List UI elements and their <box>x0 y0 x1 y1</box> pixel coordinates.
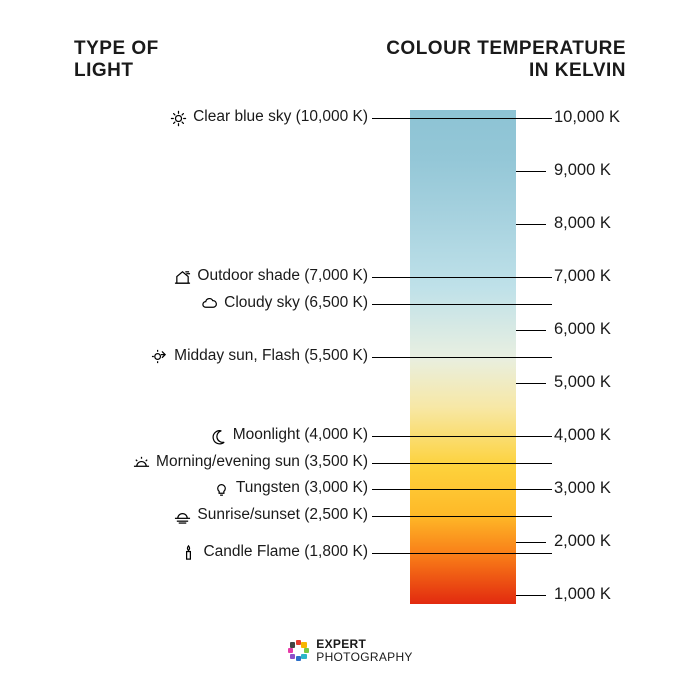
light-type-label: Sunrise/sunset (2,500 K) <box>197 506 368 524</box>
logo-dot <box>301 642 307 648</box>
leader-line <box>372 277 552 278</box>
sun-flash-icon <box>150 348 168 366</box>
sunset-icon <box>173 507 191 525</box>
bulb-icon <box>212 480 230 498</box>
tick-line <box>516 224 546 225</box>
cloud-icon <box>200 295 218 313</box>
tick-line <box>516 542 546 543</box>
leader-line <box>372 304 552 305</box>
heading-left-line1: TYPE OF <box>74 38 159 59</box>
leader-line <box>372 489 552 490</box>
tick-label: 8,000 K <box>554 214 611 233</box>
light-type-label: Candle Flame (1,800 K) <box>203 543 368 561</box>
brand-footer: EXPERT PHOTOGRAPHY <box>0 638 700 663</box>
light-type-label: Outdoor shade (7,000 K) <box>197 267 368 285</box>
logo-dot <box>288 648 294 654</box>
tick-label: 1,000 K <box>554 585 611 604</box>
tick-label: 2,000 K <box>554 532 611 551</box>
light-type-label: Morning/evening sun (3,500 K) <box>156 453 368 471</box>
leader-line <box>372 463 552 464</box>
heading-right-line1: COLOUR TEMPERATURE <box>386 38 626 59</box>
sun-horizon-icon <box>132 454 150 472</box>
tick-label: 4,000 K <box>554 426 611 445</box>
light-type-label: Cloudy sky (6,500 K) <box>224 294 368 312</box>
tick-label: 3,000 K <box>554 479 611 498</box>
logo-dot <box>296 656 302 662</box>
leader-line <box>372 436 552 437</box>
tick-line <box>516 330 546 331</box>
heading-left-line2: LIGHT <box>74 60 134 81</box>
tick-label: 5,000 K <box>554 373 611 392</box>
leader-line <box>372 357 552 358</box>
expert-photography-logo-icon <box>287 640 309 662</box>
tick-label: 6,000 K <box>554 320 611 339</box>
logo-dot <box>290 654 296 660</box>
tick-line <box>516 595 546 596</box>
sun-icon <box>169 109 187 127</box>
heading-colour-temperature: COLOUR TEMPERATURE IN KELVIN <box>386 38 626 82</box>
light-type-label: Clear blue sky (10,000 K) <box>193 108 368 126</box>
house-shade-icon <box>173 268 191 286</box>
leader-line <box>372 516 552 517</box>
logo-dot <box>301 654 307 660</box>
tick-line <box>516 171 546 172</box>
candle-icon <box>179 544 197 562</box>
leader-line <box>372 118 552 119</box>
leader-line <box>372 553 552 554</box>
tick-label: 7,000 K <box>554 267 611 286</box>
moon-icon <box>209 427 227 445</box>
tick-line <box>516 383 546 384</box>
light-type-label: Midday sun, Flash (5,500 K) <box>174 347 368 365</box>
logo-dot <box>304 648 310 654</box>
heading-type-of-light: TYPE OF LIGHT <box>74 38 159 82</box>
logo-dot <box>290 642 296 648</box>
light-type-label: Moonlight (4,000 K) <box>233 426 368 444</box>
tick-label: 9,000 K <box>554 161 611 180</box>
heading-right-line2: IN KELVIN <box>529 60 626 81</box>
tick-label: 10,000 K <box>554 108 620 127</box>
brand-name-rest: PHOTOGRAPHY <box>316 650 412 664</box>
light-type-label: Tungsten (3,000 K) <box>236 479 368 497</box>
brand-name: EXPERT PHOTOGRAPHY <box>316 638 412 663</box>
